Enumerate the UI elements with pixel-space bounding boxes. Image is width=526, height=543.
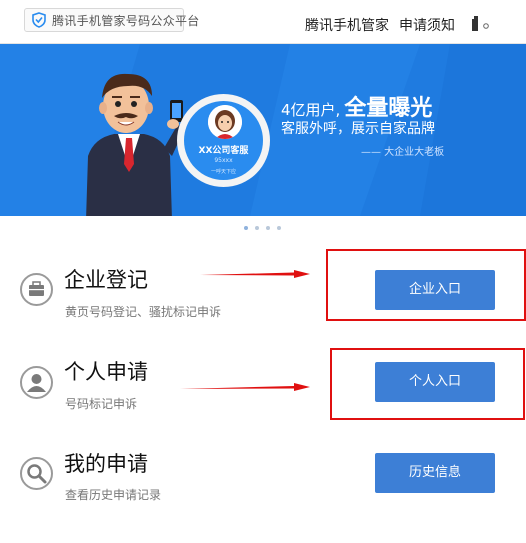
agent-avatar xyxy=(208,105,242,139)
banner-slogan-line3: —— 大企业大老板 xyxy=(361,147,445,158)
person-icon xyxy=(20,366,53,399)
annotation-arrow-icon xyxy=(200,270,310,278)
annotation-arrow-icon xyxy=(180,383,310,391)
carousel-dot[interactable] xyxy=(277,226,281,230)
nav-application-notice[interactable]: 申请须知 xyxy=(399,15,455,35)
search-icon xyxy=(20,457,53,490)
businessman-illustration xyxy=(86,73,184,216)
my-applications-title: 我的申请 xyxy=(64,452,148,476)
carousel-dots xyxy=(242,224,286,232)
contact-card-bubble: XX公司客服 95xxx 一呼天下应 xyxy=(177,94,270,187)
personal-application-title: 个人申请 xyxy=(64,360,148,384)
personal-entry-button[interactable]: 个人入口 xyxy=(375,362,495,402)
briefcase-icon xyxy=(20,273,53,306)
card-cta: 一呼天下应 xyxy=(210,169,236,175)
history-info-button[interactable]: 历史信息 xyxy=(375,453,495,493)
platform-logo[interactable]: 腾讯手机管家号码公众平台 xyxy=(24,8,199,32)
slogan-prefix: 4亿用户, xyxy=(281,101,341,119)
carousel-dot[interactable] xyxy=(244,226,248,230)
shield-logo-icon xyxy=(32,12,46,28)
carousel-dot[interactable] xyxy=(266,226,270,230)
promo-banner[interactable]: XX公司客服 95xxx 一呼天下应 4亿用户, 全量曝光 客服外呼，展示自家品牌… xyxy=(0,44,526,216)
personal-application-subtitle: 号码标记申诉 xyxy=(65,397,138,411)
enterprise-registration-subtitle: 黄页号码登记、骚扰标记申诉 xyxy=(65,305,222,319)
user-menu-icon[interactable] xyxy=(471,16,491,32)
nav-tencent-manager[interactable]: 腾讯手机管家 xyxy=(305,15,389,35)
banner-slogan-line2: 客服外呼，展示自家品牌 xyxy=(281,121,435,137)
agent-avatar-icon xyxy=(208,105,242,139)
enterprise-entry-button[interactable]: 企业入口 xyxy=(375,270,495,310)
card-title: XX公司客服 xyxy=(198,146,249,156)
my-applications-subtitle: 查看历史申请记录 xyxy=(65,488,162,502)
enterprise-registration-title: 企业登记 xyxy=(64,268,148,292)
top-header: 腾讯手机管家号码公众平台 腾讯手机管家 申请须知 xyxy=(0,0,526,44)
card-number: 95xxx xyxy=(214,157,233,164)
carousel-dot[interactable] xyxy=(255,226,259,230)
contact-card: XX公司客服 95xxx 一呼天下应 xyxy=(184,101,263,180)
logo-text: 腾讯手机管家号码公众平台 xyxy=(52,14,200,28)
